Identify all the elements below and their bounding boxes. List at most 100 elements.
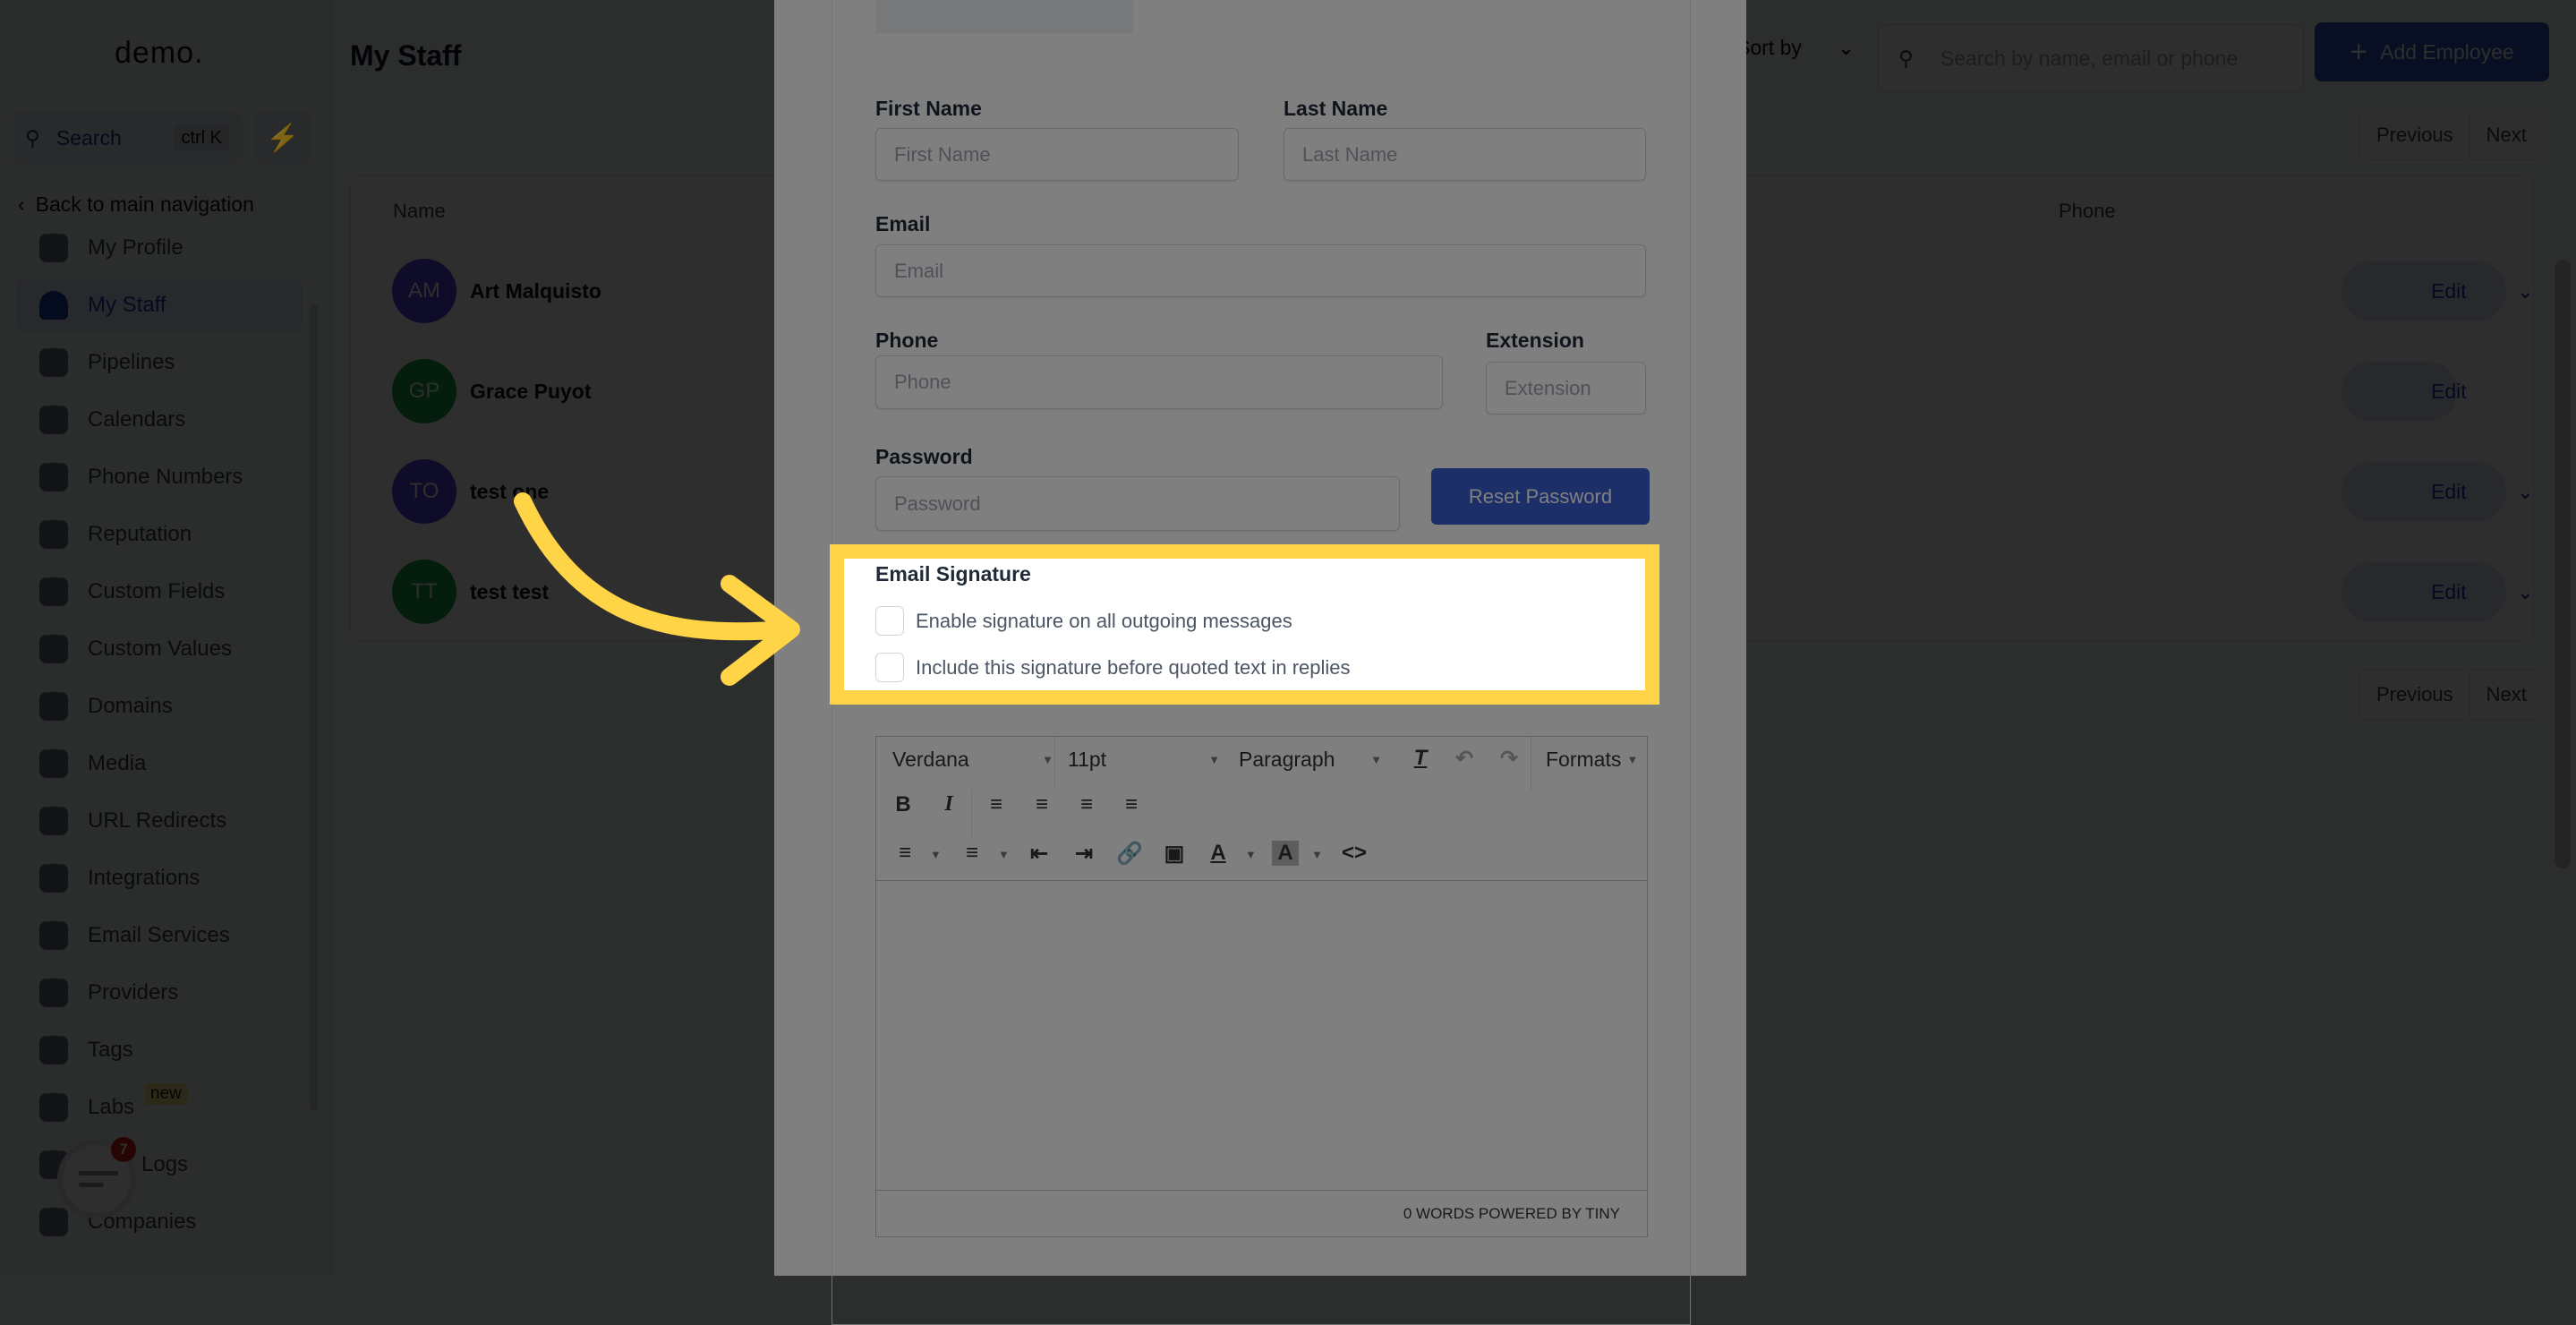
password-input[interactable]: Password [875, 476, 1400, 531]
quick-actions-button[interactable]: ⚡ [255, 111, 311, 165]
enable-signature-checkbox[interactable] [875, 606, 904, 636]
add-employee-button[interactable]: + Add Employee [2315, 22, 2549, 81]
sidebar-item-label: Phone Numbers [88, 465, 243, 489]
last-name-input[interactable]: Last Name [1284, 128, 1646, 181]
undo-icon[interactable]: ↶ [1451, 746, 1478, 772]
edit-button[interactable]: Edit ⌄ [2341, 261, 2534, 321]
sidebar-item-phone-numbers[interactable]: Phone Numbers [16, 450, 303, 504]
previous-button[interactable]: Previous [2360, 111, 2469, 159]
sidebar-item-url-redirects[interactable]: URL Redirects [16, 794, 303, 848]
include-signature-checkbox[interactable] [875, 653, 904, 682]
sidebar-scrollbar[interactable] [310, 304, 318, 1110]
sidebar-search[interactable]: ⚲ Search ctrl K [13, 111, 242, 165]
back-to-main-nav[interactable]: ‹ Back to main navigation [18, 192, 254, 217]
sidebar-item-my-staff[interactable]: My Staff [16, 278, 303, 332]
star-icon [39, 520, 68, 549]
include-signature-label: Include this signature before quoted tex… [916, 656, 1351, 679]
image-icon[interactable]: ▣ [1161, 841, 1188, 867]
outdent-icon[interactable]: ⇤ [1026, 841, 1053, 867]
next-button[interactable]: Next [2469, 111, 2543, 159]
sidebar-item-tags[interactable]: Tags [16, 1023, 303, 1077]
numbered-list-icon[interactable]: ≡ [959, 841, 985, 866]
sidebar-item-labs[interactable]: Labs new [16, 1081, 303, 1134]
source-code-icon[interactable]: <> [1341, 841, 1368, 866]
font-size-select[interactable]: 11pt ▼ [1068, 748, 1220, 772]
building-icon [39, 1208, 68, 1236]
sort-by-dropdown[interactable]: Sort by ⌄ [1736, 36, 1855, 60]
column-header-phone[interactable]: Phone [2059, 200, 2116, 223]
chevron-down-icon[interactable]: ⌄ [2517, 480, 2534, 504]
sidebar-item-providers[interactable]: Providers [16, 966, 303, 1020]
sidebar-item-label: Custom Values [88, 637, 232, 661]
edit-button[interactable]: Edit ⌄ [2341, 462, 2534, 521]
sidebar-item-domains[interactable]: Domains [16, 680, 303, 733]
text-color-icon[interactable]: A [1205, 841, 1232, 866]
page-scrollbar[interactable] [2555, 260, 2571, 868]
signature-editor: Verdana ▼ 11pt ▼ Paragraph ▼ T ↶ ↷ Formats ▼… [875, 736, 1648, 1237]
sidebar-item-email-services[interactable]: Email Services [16, 909, 303, 962]
phone-input[interactable]: Phone [875, 355, 1443, 409]
edit-button[interactable]: Edit ⌄ [2341, 562, 2534, 621]
redo-icon[interactable]: ↷ [1496, 746, 1523, 772]
search-placeholder: Search by name, email or phone [1940, 46, 2239, 70]
sidebar-item-reputation[interactable]: Reputation [16, 508, 303, 561]
font-family-select[interactable]: Verdana ▼ [892, 748, 1053, 772]
link-icon[interactable]: 🔗 [1116, 841, 1143, 867]
flask-icon [39, 1093, 68, 1122]
sidebar-item-custom-values[interactable]: Custom Values [16, 622, 303, 676]
clipboard-icon [39, 979, 68, 1007]
indent-icon[interactable]: ⇥ [1070, 841, 1097, 867]
caret-down-icon[interactable]: ▼ [1311, 848, 1323, 861]
sidebar-item-pipelines[interactable]: Pipelines [16, 336, 303, 389]
reset-password-button[interactable]: Reset Password [1431, 468, 1650, 525]
first-name-input[interactable]: First Name [875, 128, 1239, 181]
align-justify-icon[interactable]: ≡ [1118, 792, 1145, 817]
italic-icon[interactable]: I [935, 792, 962, 816]
formats-menu[interactable]: Formats ▼ [1546, 748, 1638, 772]
align-right-icon[interactable]: ≡ [1073, 792, 1100, 817]
edit-label: Edit [2431, 579, 2467, 603]
sidebar-item-calendars[interactable]: Calendars [16, 393, 303, 447]
sidebar-item-integrations[interactable]: Integrations [16, 851, 303, 905]
sidebar-item-label: Email Services [88, 923, 230, 947]
staff-name: test one [470, 480, 550, 503]
edit-label: Edit [2431, 379, 2467, 403]
align-center-icon[interactable]: ≡ [1028, 792, 1055, 817]
editor-content-area[interactable] [876, 880, 1647, 1190]
first-name-label: First Name [875, 97, 982, 120]
bullet-list-icon[interactable]: ≡ [891, 841, 918, 866]
email-input[interactable]: Email [875, 244, 1646, 297]
extension-input[interactable]: Extension [1486, 362, 1646, 415]
chevron-down-icon[interactable]: ⌄ [2517, 279, 2534, 303]
sidebar-item-label: Reputation [88, 522, 192, 546]
avatar: GP [392, 359, 456, 423]
background-color-icon[interactable]: A [1272, 841, 1299, 866]
column-header-name[interactable]: Name [393, 200, 446, 223]
sidebar-item-my-profile[interactable]: My Profile [16, 221, 303, 275]
block-format-select[interactable]: Paragraph ▼ [1239, 748, 1382, 772]
sidebar-item-media[interactable]: Media [16, 737, 303, 791]
search-label: Search [55, 125, 122, 150]
align-left-icon[interactable]: ≡ [983, 792, 1010, 817]
sidebar-item-companies[interactable]: Companies [16, 1195, 303, 1249]
word-count: 0 WORDS POWERED BY TINY [1403, 1204, 1620, 1222]
edit-button[interactable]: Edit [2341, 362, 2467, 421]
staff-search-input[interactable]: ⚲ Search by name, email or phone [1878, 24, 2304, 92]
chevron-down-icon[interactable]: ⌄ [2517, 580, 2534, 604]
bold-icon[interactable]: B [890, 792, 917, 817]
caret-down-icon: ▼ [1208, 753, 1220, 766]
caret-down-icon[interactable]: ▼ [930, 848, 942, 861]
next-button[interactable]: Next [2469, 671, 2543, 719]
staff-name: Grace Puyot [470, 380, 592, 403]
caret-down-icon[interactable]: ▼ [998, 848, 1010, 861]
sidebar-item-label: My Staff [88, 293, 166, 317]
avatar: TO [392, 459, 456, 524]
fields-icon [39, 577, 68, 606]
previous-button[interactable]: Previous [2360, 671, 2469, 719]
mail-icon [39, 921, 68, 950]
caret-down-icon[interactable]: ▼ [1245, 848, 1257, 861]
block-format-value: Paragraph [1239, 748, 1335, 771]
sidebar-item-custom-fields[interactable]: Custom Fields [16, 565, 303, 619]
clear-formatting-icon[interactable]: T [1407, 746, 1434, 771]
enable-signature-label: Enable signature on all outgoing message… [916, 610, 1292, 632]
